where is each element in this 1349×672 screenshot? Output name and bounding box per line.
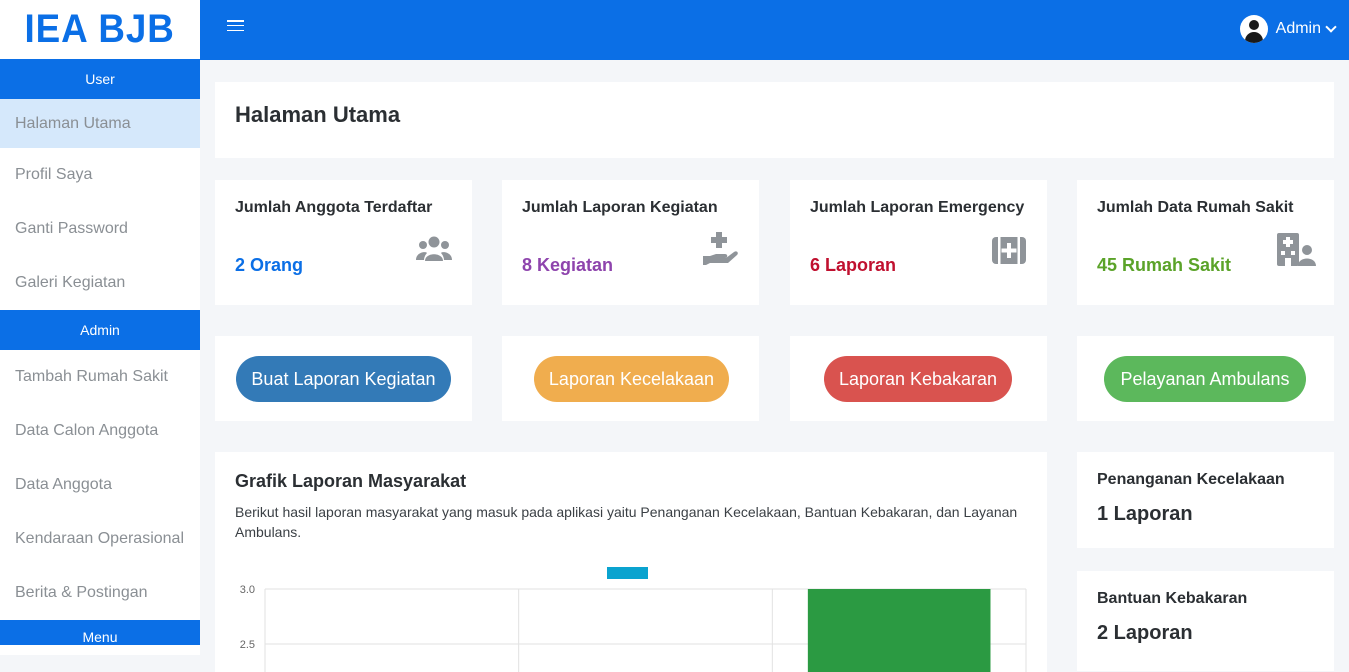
- side-stat-kebakaran: Bantuan Kebakaran 2 Laporan: [1077, 571, 1334, 671]
- pelayanan-ambulans-button[interactable]: Pelayanan Ambulans: [1104, 356, 1306, 402]
- sidebar-item-halaman-utama[interactable]: Halaman Utama: [0, 99, 200, 148]
- stat-card-anggota: Jumlah Anggota Terdaftar 2 Orang: [215, 180, 472, 305]
- sidebar-section-menu: Menu: [0, 620, 200, 645]
- stat-card-kegiatan: Jumlah Laporan Kegiatan 8 Kegiatan: [502, 180, 759, 305]
- side-stat-value: 2 Laporan: [1097, 622, 1193, 644]
- sidebar-item-tambah-rumah-sakit[interactable]: Tambah Rumah Sakit: [0, 350, 200, 404]
- stat-card-emergency: Jumlah Laporan Emergency 6 Laporan: [790, 180, 1047, 305]
- brand-name: IEA BJB: [24, 7, 176, 51]
- stat-card-rumah-sakit: Jumlah Data Rumah Sakit 45 Rumah Sakit: [1077, 180, 1334, 305]
- chart-y-tick-label: 2.5: [240, 639, 255, 651]
- chart-legend-swatch: [607, 567, 648, 579]
- page-title-card: Halaman Utama: [215, 82, 1334, 158]
- action-card-kebakaran: Laporan Kebakaran: [790, 336, 1047, 421]
- stat-label: Jumlah Laporan Emergency: [810, 199, 1025, 216]
- sidebar-item-galeri-kegiatan[interactable]: Galeri Kegiatan: [0, 256, 200, 310]
- sidebar-item-data-anggota[interactable]: Data Anggota: [0, 458, 200, 512]
- stat-value: 8 Kegiatan: [522, 255, 614, 275]
- action-card-ambulans: Pelayanan Ambulans: [1077, 336, 1334, 421]
- sidebar-item-berita-postingan[interactable]: Berita & Postingan: [0, 566, 200, 620]
- users-icon: [416, 236, 452, 261]
- stat-label: Jumlah Data Rumah Sakit: [1097, 199, 1294, 216]
- hamburger-icon[interactable]: [227, 20, 244, 34]
- sidebar-item-profil-saya[interactable]: Profil Saya: [0, 148, 200, 202]
- stat-label: Jumlah Laporan Kegiatan: [522, 199, 718, 216]
- user-name: Admin: [1275, 20, 1321, 37]
- user-menu[interactable]: Admin: [1239, 15, 1337, 43]
- laporan-kebakaran-button[interactable]: Laporan Kebakaran: [824, 356, 1012, 402]
- stat-label: Jumlah Anggota Terdaftar: [235, 199, 433, 216]
- brand-logo[interactable]: IEA BJB: [0, 0, 200, 59]
- first-aid-kit-icon: [992, 237, 1026, 264]
- action-card-kecelakaan: Laporan Kecelakaan: [502, 336, 759, 421]
- buat-laporan-kegiatan-button[interactable]: Buat Laporan Kegiatan: [236, 356, 451, 402]
- stat-value: 6 Laporan: [810, 255, 897, 275]
- sidebar: IEA BJB User Halaman Utama Profil Saya G…: [0, 0, 200, 655]
- sidebar-item-data-calon-anggota[interactable]: Data Calon Anggota: [0, 404, 200, 458]
- side-stat-value: 1 Laporan: [1097, 503, 1193, 525]
- report-bar-chart: 3.0 2.5: [240, 567, 1027, 672]
- sidebar-section-user: User: [0, 59, 200, 99]
- side-stat-label: Bantuan Kebakaran: [1097, 590, 1248, 607]
- hospital-user-icon: [1277, 233, 1316, 266]
- stat-value: 45 Rumah Sakit: [1097, 255, 1232, 275]
- side-stat-kecelakaan: Penanganan Kecelakaan 1 Laporan: [1077, 452, 1334, 548]
- chart-y-tick-label: 3.0: [240, 584, 255, 596]
- topbar: Admin: [200, 0, 1349, 60]
- sidebar-section-admin: Admin: [0, 310, 200, 350]
- side-stat-label: Penanganan Kecelakaan: [1097, 471, 1285, 488]
- action-card-kegiatan: Buat Laporan Kegiatan: [215, 336, 472, 421]
- laporan-kecelakaan-button[interactable]: Laporan Kecelakaan: [534, 356, 729, 402]
- stat-value: 2 Orang: [235, 255, 304, 275]
- page-title: Halaman Utama: [235, 102, 401, 127]
- chart-card: Grafik Laporan Masyarakat Berikut hasil …: [215, 452, 1047, 672]
- chevron-down-icon: [1325, 21, 1337, 33]
- chart-bar: [807, 589, 991, 672]
- hand-holding-medical-icon: [703, 232, 738, 265]
- user-circle-icon: [1239, 15, 1268, 43]
- sidebar-item-kendaraan-operasional[interactable]: Kendaraan Operasional: [0, 512, 200, 566]
- sidebar-item-ganti-password[interactable]: Ganti Password: [0, 202, 200, 256]
